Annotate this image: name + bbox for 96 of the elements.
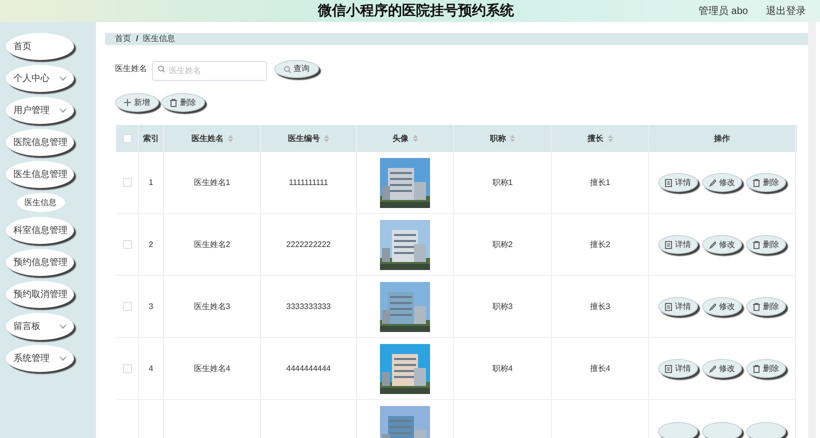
edit-button[interactable]: 修改 [702,235,742,254]
table-cell: 擅长3 [590,300,610,312]
column-header[interactable]: 头像 [392,132,408,144]
edit-button[interactable]: 修改 [702,173,742,192]
menu-label: 预约信息管理 [14,256,68,269]
sidebar-item[interactable]: 预约取消管理 [6,281,74,308]
delete-button[interactable]: 删除 [746,235,786,254]
table-cell: 职称3 [492,300,513,312]
sidebar-item[interactable]: 用户管理 [6,97,74,124]
trash-icon [170,98,177,106]
checkbox[interactable] [122,240,132,249]
column-header[interactable]: 擅长 [588,132,604,144]
column-header: 操作 [714,132,730,144]
column-header[interactable]: 职称 [490,132,506,144]
table-cell: 4 [148,362,154,374]
sidebar-item[interactable]: 个人中心 [6,65,74,92]
search-field[interactable]: 医生姓名 [152,60,267,80]
details-button[interactable]: 详情 [658,235,698,254]
scrollbar[interactable] [808,22,816,438]
checkbox[interactable] [122,134,132,143]
details-button[interactable]: 详情 [658,297,698,316]
table-cell: 擅长2 [590,238,610,250]
delete-button[interactable]: 删除 [161,93,205,112]
menu-label: 预约取消管理 [14,288,68,301]
menu-label: 医院信息管理 [14,136,68,149]
table-cell: 擅长4 [590,362,610,374]
breadcrumb-separator: / [136,33,138,45]
checkbox[interactable] [122,364,132,373]
search-icon [284,66,290,72]
table-cell: 3 [148,300,154,312]
logout-link[interactable]: 退出登录 [766,4,806,18]
column-header[interactable]: 医生姓名 [192,132,224,144]
details-button[interactable]: 详情 [658,173,698,192]
action-button[interactable] [658,422,698,438]
document-icon [665,302,672,310]
table-cell: 医生姓名3 [194,300,230,312]
table-cell: 1111111111 [288,176,328,188]
pencil-icon [709,240,716,248]
action-button[interactable] [746,422,786,438]
menu-label: 个人中心 [14,72,50,85]
delete-button[interactable]: 删除 [746,297,786,316]
search-button[interactable]: 查询 [274,60,319,78]
menu-label: 科室信息管理 [14,224,68,237]
sidebar-subitem[interactable]: 医生信息 [16,193,64,212]
table-cell: 4444444444 [286,362,331,374]
sidebar-item[interactable]: 科室信息管理 [6,217,74,244]
sidebar-item[interactable]: 留言板 [6,313,74,340]
breadcrumb-item[interactable]: 首页 [115,33,131,45]
trash-icon [753,302,760,310]
checkbox[interactable] [122,302,132,311]
delete-button[interactable]: 删除 [746,359,786,378]
column-header: 索引 [143,132,159,144]
table-cell: 医生姓名4 [194,362,230,374]
pencil-icon [709,364,716,372]
menu-label: 用户管理 [14,104,50,117]
table-cell: 职称1 [492,176,513,188]
table-cell: 3333333333 [286,300,331,312]
menu-label: 留言板 [14,320,40,333]
document-icon [665,364,672,372]
checkbox[interactable] [122,178,132,187]
table-cell: 擅长1 [590,176,610,188]
table-cell: 职称4 [492,362,513,374]
table-cell: 职称2 [492,238,513,250]
menu-label: 系统管理 [14,352,50,365]
breadcrumb-item: 医生信息 [143,33,176,45]
edit-button[interactable]: 修改 [702,297,742,316]
sidebar-item[interactable]: 系统管理 [6,345,74,372]
table-cell: 2222222222 [286,238,331,250]
user-name: 管理员 abo [698,4,748,18]
sidebar-item[interactable]: 医院信息管理 [6,129,74,156]
menu-label: 首页 [14,40,32,53]
table-cell: 医生姓名2 [194,238,230,250]
document-icon [665,178,672,186]
column-header[interactable]: 医生编号 [288,132,320,144]
delete-button[interactable]: 删除 [746,173,786,192]
pencil-icon [709,178,716,186]
edit-button[interactable]: 修改 [702,359,742,378]
document-icon [665,240,672,248]
app-title: 微信小程序的医院挂号预约系统 [318,2,514,20]
sidebar-item[interactable]: 首页 [6,33,74,60]
sidebar-item[interactable]: 医生信息管理 [6,161,74,188]
table-cell: 1 [148,176,154,188]
sidebar-item[interactable]: 预约信息管理 [6,249,74,276]
trash-icon [753,178,760,186]
search-label: 医生姓名 [115,63,147,75]
trash-icon [753,240,760,248]
search-icon [158,66,165,72]
add-button[interactable]: 新增 [115,93,159,112]
pencil-icon [709,302,716,310]
details-button[interactable]: 详情 [658,359,698,378]
table-cell: 2 [148,238,154,250]
trash-icon [753,364,760,372]
table-cell: 医生姓名1 [194,176,230,188]
action-button[interactable] [702,422,742,438]
plus-icon [124,99,131,106]
menu-label: 医生信息管理 [14,168,68,181]
